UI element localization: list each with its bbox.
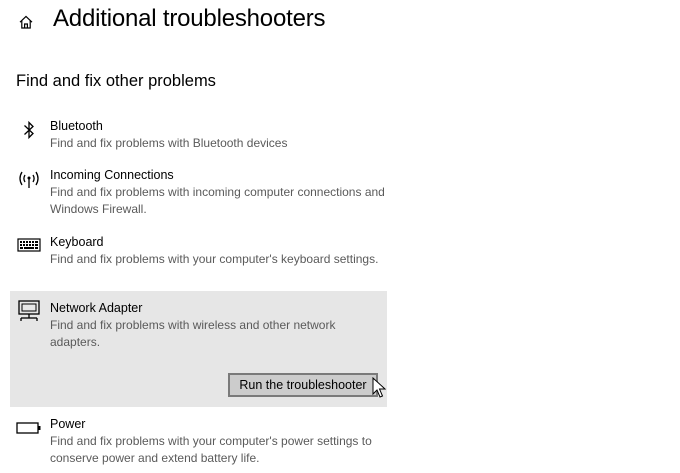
troubleshoot-settings-page: Additional troubleshooters Find and fix … xyxy=(0,0,680,473)
mouse-cursor-icon xyxy=(372,377,386,398)
troubleshooter-item-power[interactable]: Power Find and fix problems with your co… xyxy=(10,414,387,470)
home-icon xyxy=(19,15,33,29)
bluetooth-icon xyxy=(16,119,42,141)
run-troubleshooter-button[interactable]: Run the troubleshooter xyxy=(228,373,378,397)
page-header: Additional troubleshooters xyxy=(0,0,680,44)
page-title: Additional troubleshooters xyxy=(53,5,326,32)
item-name: Incoming Connections xyxy=(50,168,174,182)
item-description: Find and fix problems with wireless and … xyxy=(50,318,336,349)
troubleshooter-item-bluetooth[interactable]: Bluetooth Find and fix problems with Blu… xyxy=(10,116,387,156)
item-name: Power xyxy=(50,417,86,431)
item-name: Bluetooth xyxy=(50,119,103,133)
item-description: Find and fix problems with your computer… xyxy=(50,434,372,465)
antenna-icon xyxy=(16,168,42,190)
item-description: Find and fix problems with your computer… xyxy=(50,252,379,266)
network-adapter-icon xyxy=(16,300,42,322)
item-name: Network Adapter xyxy=(50,301,143,315)
troubleshooter-item-incoming-connections[interactable]: Incoming Connections Find and fix proble… xyxy=(10,165,387,221)
troubleshooter-item-keyboard[interactable]: Keyboard Find and fix problems with your… xyxy=(10,232,387,288)
item-description: Find and fix problems with incoming comp… xyxy=(50,185,385,216)
battery-icon xyxy=(16,417,42,439)
item-description: Find and fix problems with Bluetooth dev… xyxy=(50,136,288,150)
item-name: Keyboard xyxy=(50,235,104,249)
keyboard-icon xyxy=(16,234,42,256)
section-title: Find and fix other problems xyxy=(16,72,216,90)
home-button[interactable] xyxy=(14,10,38,34)
